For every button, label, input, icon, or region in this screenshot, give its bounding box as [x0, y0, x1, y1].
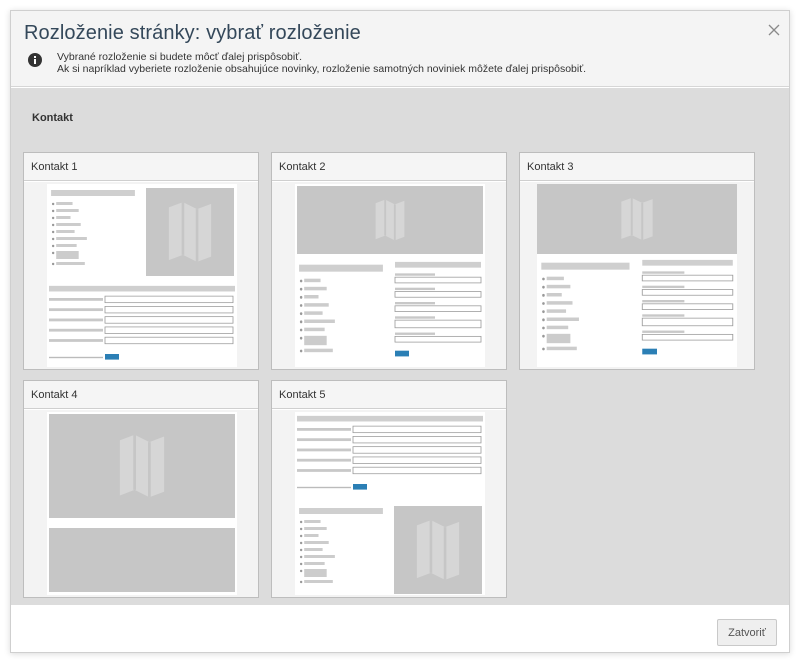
card-label: Kontakt 3 [527, 161, 574, 173]
card-header: Kontakt 3 [520, 153, 754, 181]
card-header: Kontakt 4 [24, 381, 258, 409]
info-icon [28, 53, 42, 67]
card-preview [520, 182, 754, 369]
card-preview [24, 182, 258, 369]
card-preview [272, 182, 506, 369]
layout-thumbnail [537, 184, 737, 367]
card-header: Kontakt 1 [24, 153, 258, 181]
layout-card-kontakt-3[interactable]: Kontakt 3 [519, 152, 755, 370]
card-header: Kontakt 2 [272, 153, 506, 181]
dialog-footer: Zatvoriť [11, 605, 789, 652]
layout-gallery: Kontakt Kontakt 1 Kontakt 2 Kontakt 3 Ko… [11, 88, 789, 605]
layout-card-kontakt-2[interactable]: Kontakt 2 [271, 152, 507, 370]
layout-card-kontakt-5[interactable]: Kontakt 5 [271, 380, 507, 598]
layout-thumbnail [295, 412, 485, 595]
layout-thumbnail [295, 184, 485, 367]
card-label: Kontakt 4 [31, 389, 78, 401]
card-header: Kontakt 5 [272, 381, 506, 409]
card-label: Kontakt 2 [279, 161, 326, 173]
dialog-header: Rozloženie stránky: vybrať rozloženie Vy… [11, 11, 789, 87]
section-title: Kontakt [32, 112, 73, 124]
card-label: Kontakt 1 [31, 161, 78, 173]
card-label: Kontakt 5 [279, 389, 326, 401]
layout-card-kontakt-1[interactable]: Kontakt 1 [23, 152, 259, 370]
card-preview [24, 410, 258, 597]
layout-thumbnail [47, 412, 237, 595]
layout-dialog: Rozloženie stránky: vybrať rozloženie Vy… [10, 10, 790, 653]
layout-thumbnail [47, 184, 237, 367]
close-button[interactable]: Zatvoriť [717, 619, 777, 646]
layout-card-kontakt-4[interactable]: Kontakt 4 [23, 380, 259, 598]
close-icon[interactable] [765, 21, 783, 39]
info-line-1: Vybrané rozloženie si budete môcť ďalej … [57, 51, 303, 63]
card-preview [272, 410, 506, 597]
dialog-title: Rozloženie stránky: vybrať rozloženie [24, 22, 361, 44]
info-line-2: Ak si napríklad vyberiete rozloženie obs… [57, 63, 587, 75]
info-message: Vybrané rozloženie si budete môcť ďalej … [57, 51, 586, 75]
